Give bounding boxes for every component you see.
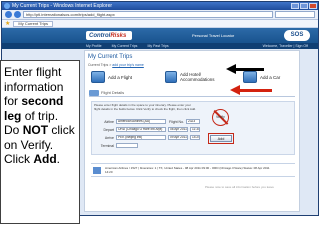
portal-title: Personal Travel Locator [192,33,235,38]
trip-name-link[interactable]: add your trip's name [112,63,144,67]
flight-number-field[interactable]: 2323 [186,119,200,124]
depart-time-field[interactable]: 11:30 [190,127,200,132]
nav-my-profile[interactable]: My Profile [86,43,102,49]
title-bar: My Current Trips - Windows Internet Expl… [2,2,318,10]
airline-row: Airline American Airlines (AA) Flight No… [94,119,200,124]
verify-button[interactable]: Verify [216,115,225,119]
flight-form: Please enter flight details in the space… [91,101,295,155]
flight-summary-icon [93,167,101,174]
tab-my-current-trips[interactable]: My Current Trips [13,20,53,27]
arrive-time-field[interactable]: 14:20 [190,135,200,140]
hotel-icon [165,71,177,83]
airline-field[interactable]: American Airlines (AA) [116,119,166,124]
partner-logo: SOS [284,30,310,41]
back-icon[interactable] [5,11,12,18]
depart-row: Depart ORD (Chicago O'Hare Intl Arpt) 08… [103,127,200,132]
page-title: My Current Trips [88,54,133,60]
window-controls [291,3,317,9]
add-hotel-button[interactable]: Add Hotel/ Accommodations [165,71,227,83]
brand-logo: Control Risks [86,31,132,40]
search-input[interactable] [275,11,315,18]
welcome-text[interactable]: Welcome, Traveller | Sign Off [263,43,308,49]
close-icon[interactable] [309,3,317,9]
red-arrow-icon [230,85,272,95]
site-header: Control Risks Personal Travel Locator SOS [2,28,318,43]
depart-date-field[interactable]: 08 Apr 2011 [168,127,188,132]
depart-city-field[interactable]: ORD (Chicago O'Hare Intl Arpt) [116,127,166,132]
arrive-row: Arrive PEK (Beijing Intl) 09 Apr 2011 14… [104,135,200,140]
arrive-city-field[interactable]: PEK (Beijing Intl) [116,135,166,140]
add-button[interactable]: Add [210,135,232,142]
favorites-star-icon[interactable]: ★ [5,20,10,27]
black-arrow-icon [226,64,264,74]
form-instructions: Please enter flight details in the space… [94,103,197,111]
url-field[interactable]: http://ptl.internationalsos.com/trips/ad… [23,11,273,18]
breadcrumb: Current Trips > add your trip's name [88,63,144,67]
footer-note: Please note to save all information befo… [205,185,274,189]
trip-summary-row: American Airlines / 1527 | Itineraries: … [91,163,295,177]
window-title: My Current Trips - Windows Internet Expl… [12,3,113,9]
terminal-field[interactable] [116,143,138,148]
flight-icon [89,89,99,96]
forward-icon[interactable] [14,11,21,18]
maximize-icon[interactable] [300,3,308,9]
arrive-date-field[interactable]: 09 Apr 2011 [168,135,188,140]
nav-my-past-trips[interactable]: My Past Trips [147,43,168,49]
instruction-callout: Enter flight information for second leg … [0,60,80,224]
minimize-icon[interactable] [291,3,299,9]
plane-icon [91,71,105,83]
terminal-row: Terminal [94,143,138,148]
tabs-bar: ★ My Current Trips [2,20,318,28]
site-nav: My Profile My Current Trips My Past Trip… [2,43,318,49]
nav-my-current-trips[interactable]: My Current Trips [112,43,138,49]
add-flight-button[interactable]: Add a Flight [91,71,132,83]
address-bar: http://ptl.internationalsos.com/trips/ad… [2,10,318,20]
ie-icon [4,3,10,9]
trip-summary-text: American Airlines / 1527 | Itineraries: … [105,166,270,174]
main-content: My Current Trips Current Trips > add you… [84,50,300,212]
